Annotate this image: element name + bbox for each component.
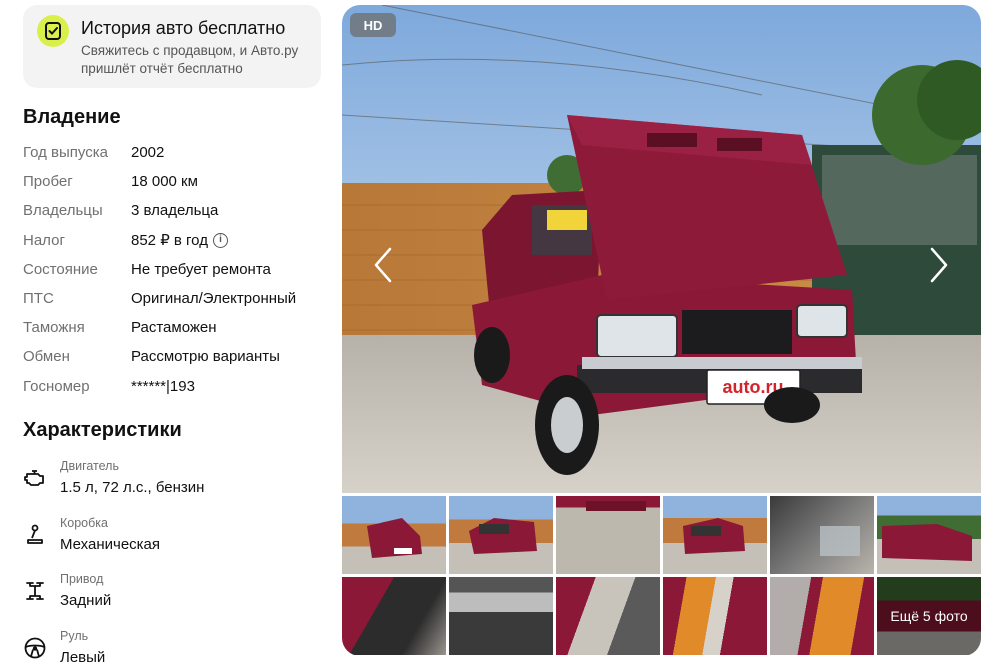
row-label: Госномер	[23, 377, 90, 395]
ownership-row-exchange: Обмен Рассмотрю варианты	[23, 342, 333, 371]
ownership-row-pts: ПТС Оригинал/Электронный	[23, 284, 333, 313]
pavement-image	[586, 501, 646, 511]
report-check-icon	[37, 15, 69, 47]
row-value: 18 000 км	[131, 173, 198, 191]
thumbnail[interactable]	[770, 496, 874, 574]
ownership-row-condition: Состояние Не требует ремонта	[23, 255, 333, 284]
row-value: 3 владельца	[131, 202, 219, 220]
row-value: Не требует ремонта	[131, 260, 271, 278]
spec-label: Двигатель	[60, 459, 119, 473]
row-value: 2002	[131, 144, 165, 162]
interior-image	[820, 526, 860, 556]
main-photo[interactable]: auto.ru HD	[342, 5, 981, 493]
ownership-heading: Владение	[23, 106, 121, 128]
ownership-list: Год выпуска 2002 Пробег 18 000 км Владел…	[23, 138, 333, 401]
row-value: 852 ₽ в год i	[131, 231, 228, 249]
engine-icon	[24, 470, 44, 486]
row-value: Оригинал/Электронный	[131, 290, 297, 308]
row-label: Пробег	[23, 173, 73, 191]
row-label: Владельцы	[23, 202, 103, 220]
ownership-row-year: Год выпуска 2002	[23, 138, 333, 167]
spec-drivetrain: Привод Задний	[23, 569, 323, 626]
thumbnail[interactable]	[556, 577, 660, 655]
thumbnail[interactable]	[342, 577, 446, 655]
spec-value: Механическая	[60, 535, 161, 553]
row-label: Налог	[23, 231, 65, 249]
thumbnail[interactable]	[449, 496, 553, 574]
car-photo: auto.ru	[342, 5, 981, 493]
ownership-row-tax: Налог 852 ₽ в год i	[23, 226, 333, 255]
spec-engine: Двигатель 1.5 л, 72 л.с., бензин	[23, 456, 323, 513]
chevron-left-icon	[374, 247, 392, 283]
drivetrain-icon	[26, 582, 44, 600]
spec-label: Коробка	[60, 515, 108, 530]
thumbnail-more[interactable]: Ещё 5 фото	[877, 577, 981, 655]
car-thumb-image	[469, 518, 537, 554]
spec-gearbox: Коробка Механическая	[23, 513, 323, 570]
thumbnail[interactable]	[770, 577, 874, 655]
row-label: Обмен	[23, 348, 70, 366]
row-label: Состояние	[23, 260, 98, 278]
more-photos-label: Ещё 5 фото	[877, 577, 981, 655]
chevron-right-icon	[930, 247, 948, 283]
specs-list: Двигатель 1.5 л, 72 л.с., бензин Коробка…	[23, 456, 323, 667]
next-photo-button[interactable]	[924, 245, 954, 285]
spec-value: Левый	[60, 648, 106, 666]
car-thumb-image	[882, 524, 972, 561]
gearbox-icon	[27, 524, 43, 544]
banner-subtitle: Свяжитесь с продавцом, и Авто.ру пришлёт…	[81, 43, 299, 76]
thumbnail[interactable]	[556, 496, 660, 574]
ownership-row-plate: Госномер ******|193	[23, 372, 333, 401]
row-value: Растаможен	[131, 319, 217, 337]
thumbnail[interactable]	[877, 496, 981, 574]
ownership-row-customs: Таможня Растаможен	[23, 313, 333, 342]
car-thumb-image	[683, 518, 745, 554]
spec-steering: Руль Левый	[23, 626, 323, 667]
car-thumb-image	[367, 518, 422, 558]
ownership-row-owners: Владельцы 3 владельца	[23, 196, 333, 225]
row-label: ПТС	[23, 290, 54, 308]
thumbnail[interactable]	[449, 577, 553, 655]
specs-heading: Характеристики	[23, 419, 182, 441]
spec-label: Привод	[60, 572, 104, 586]
hd-badge: HD	[350, 13, 396, 37]
spec-label: Руль	[60, 628, 89, 643]
row-label: Год выпуска	[23, 144, 108, 162]
spec-value: 1.5 л, 72 л.с., бензин	[60, 479, 205, 496]
info-icon[interactable]: i	[212, 232, 228, 248]
history-report-banner[interactable]: История авто бесплатно Свяжитесь с прода…	[23, 5, 321, 88]
tax-value: 852 ₽ в год	[131, 232, 208, 250]
thumbnail-grid: Ещё 5 фото	[342, 496, 981, 656]
banner-title: История авто бесплатно	[81, 18, 286, 38]
photo-gallery: auto.ru HD Ещё 5 фото	[342, 5, 981, 656]
thumbnail[interactable]	[663, 496, 767, 574]
row-value: Рассмотрю варианты	[131, 348, 280, 366]
steering-wheel-icon	[24, 637, 46, 658]
spec-value: Задний	[60, 592, 112, 609]
ownership-row-mileage: Пробег 18 000 км	[23, 167, 333, 196]
thumbnail[interactable]	[342, 496, 446, 574]
thumbnail[interactable]	[663, 577, 767, 655]
row-label: Таможня	[23, 319, 85, 337]
row-value: ******|193	[131, 377, 195, 395]
prev-photo-button[interactable]	[368, 245, 398, 285]
